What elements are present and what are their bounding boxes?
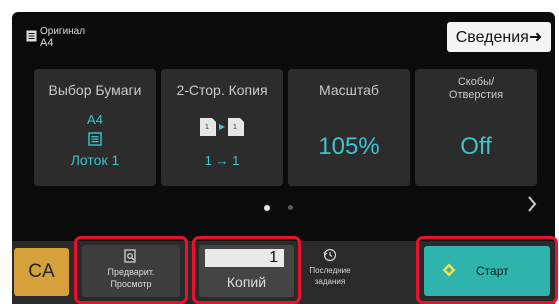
svg-text:1: 1 bbox=[205, 124, 209, 131]
highlight-frame-preview bbox=[74, 236, 188, 304]
history-clock-icon bbox=[323, 248, 337, 262]
paper-select-card[interactable]: Выбор Бумаги A4 Лоток 1 bbox=[34, 69, 156, 186]
duplex-copy-card[interactable]: 2-Стор. Копия 1 1 1 → 1 bbox=[161, 69, 283, 186]
scale-card[interactable]: Масштаб 105% bbox=[288, 69, 410, 186]
staple-punch-value: Off bbox=[460, 133, 492, 160]
copier-screen: Оригинал A4 Сведения➜ Выбор Бумаги A4 Ло… bbox=[0, 0, 559, 304]
original-label: Оригинал bbox=[40, 26, 86, 37]
recent-label-line2: задания bbox=[314, 277, 346, 286]
staple-punch-title: Скобы/ Отверстия bbox=[448, 76, 504, 101]
recent-jobs-button[interactable]: Последние задания bbox=[304, 246, 356, 298]
clear-all-button[interactable]: CA bbox=[14, 248, 69, 296]
original-size: A4 bbox=[40, 37, 54, 49]
scale-title: Масштаб bbox=[319, 82, 379, 98]
staple-punch-card[interactable]: Скобы/ Отверстия Off bbox=[415, 69, 537, 186]
page-dot-inactive[interactable] bbox=[288, 205, 293, 210]
svg-text:1: 1 bbox=[233, 124, 237, 131]
paper-size: A4 bbox=[87, 112, 103, 127]
paper-tray: Лоток 1 bbox=[70, 152, 120, 168]
document-icon bbox=[26, 30, 37, 42]
scale-value: 105% bbox=[318, 133, 380, 160]
highlight-frame-start bbox=[416, 236, 558, 304]
next-page-chevron-icon[interactable] bbox=[526, 194, 538, 214]
duplex-mode: 1 → 1 bbox=[204, 153, 240, 168]
duplex-copy-icon: 1 1 bbox=[200, 118, 244, 136]
duplex-copy-title: 2-Стор. Копия bbox=[176, 82, 268, 98]
paper-select-title: Выбор Бумаги bbox=[48, 82, 142, 98]
page-dot-active[interactable] bbox=[264, 205, 270, 211]
details-button[interactable]: Сведения➜ bbox=[447, 22, 551, 52]
recent-label-line1: Последние bbox=[309, 266, 351, 275]
paper-tray-icon bbox=[88, 132, 102, 146]
highlight-frame-copies bbox=[192, 236, 301, 304]
